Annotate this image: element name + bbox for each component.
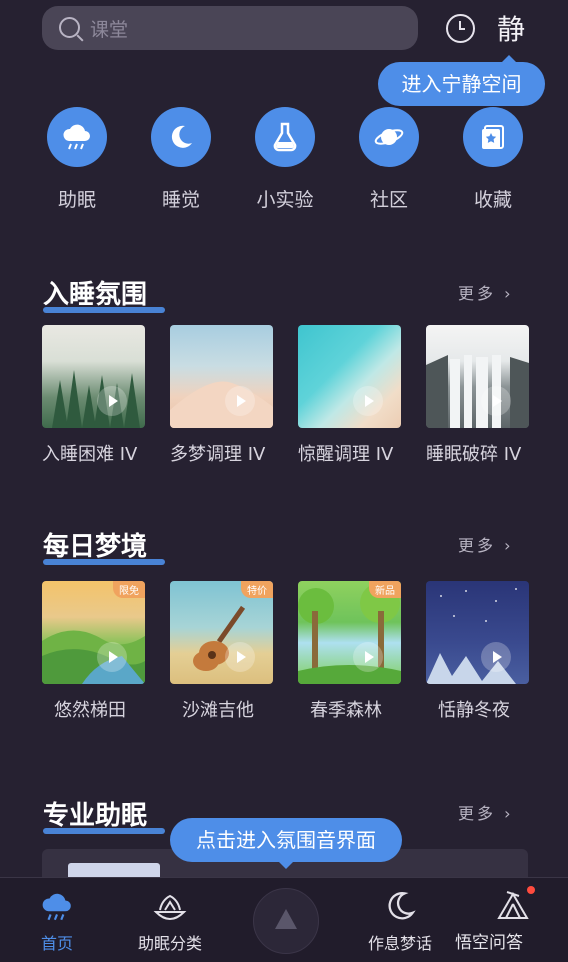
planet-icon [359, 107, 419, 167]
search-placeholder: 课堂 [90, 19, 129, 41]
category-label: 助眠 [57, 189, 96, 211]
category-community[interactable]: 社区 [337, 107, 441, 212]
section-title-dreams: 每日梦境 [43, 526, 165, 565]
category-sleep-aid[interactable]: 助眠 [25, 107, 129, 212]
section-title-ambience: 入睡氛围 [43, 274, 165, 313]
notification-dot [527, 886, 535, 894]
card-terraces[interactable]: 限免 悠然梯田 [42, 581, 145, 722]
search-bar[interactable]: 课堂 [42, 6, 418, 50]
play-icon[interactable] [225, 386, 255, 416]
tab-tent[interactable] [458, 878, 568, 922]
quiet-space-tooltip-text: 进入宁静空间 [401, 72, 522, 96]
quiet-space-button[interactable]: 静 [497, 8, 525, 48]
card-3[interactable]: 惊醒调理 IV [298, 325, 401, 466]
category-sleep[interactable]: 睡觉 [129, 107, 233, 212]
watermark: 悟空问答 [455, 933, 523, 953]
play-icon[interactable] [481, 642, 511, 672]
play-icon[interactable] [353, 386, 383, 416]
more-link[interactable]: 更多 › [458, 532, 514, 556]
card-caption: 恬静冬夜 [438, 700, 510, 721]
tab-categories[interactable]: 助眠分类 [115, 878, 225, 954]
play-icon[interactable] [97, 642, 127, 672]
card-thumbnail: 限免 [42, 581, 145, 684]
rain-cloud-icon [2, 878, 112, 922]
card-thumbnail [426, 325, 529, 428]
ambience-tooltip-text: 点击进入氛围音界面 [196, 828, 376, 852]
card-caption: 惊醒调理 IV [298, 444, 394, 465]
rain-cloud-icon [47, 107, 107, 167]
tab-label: 作息梦话 [367, 934, 432, 953]
play-icon[interactable] [225, 642, 255, 672]
play-icon[interactable] [353, 642, 383, 672]
tab-label: 首页 [40, 934, 73, 953]
badge-free: 限免 [113, 581, 145, 598]
category-label: 小实验 [256, 189, 314, 211]
badge-sale: 特价 [241, 581, 273, 598]
search-icon [59, 17, 80, 38]
tab-schedule[interactable]: 作息梦话 [345, 878, 455, 954]
card-caption: 春季森林 [310, 700, 382, 721]
category-label: 收藏 [473, 189, 512, 211]
star-bookmark-icon [463, 107, 523, 167]
section-title-professional: 专业助眠 [43, 795, 165, 834]
card-caption: 入睡困难 IV [42, 444, 138, 465]
more-link[interactable]: 更多 › [458, 280, 514, 304]
moon-icon [151, 107, 211, 167]
card-forest[interactable]: 新品 春季森林 [298, 581, 401, 722]
card-caption: 睡眠破碎 IV [426, 444, 522, 465]
card-guitar[interactable]: 特价 沙滩吉他 [170, 581, 273, 722]
clock-icon[interactable] [446, 14, 475, 43]
category-label: 睡觉 [161, 189, 200, 211]
tab-label: 助眠分类 [137, 934, 202, 953]
card-thumbnail [42, 325, 145, 428]
moon-icon [345, 878, 455, 922]
badge-new: 新品 [369, 581, 401, 598]
play-icon[interactable] [97, 386, 127, 416]
card-caption: 沙滩吉他 [182, 700, 254, 721]
category-label: 社区 [369, 189, 408, 211]
card-thumbnail [170, 325, 273, 428]
card-thumbnail: 新品 [298, 581, 401, 684]
quiet-space-tooltip[interactable]: 进入宁静空间 [378, 55, 545, 106]
card-caption: 多梦调理 IV [170, 444, 266, 465]
card-thumbnail [426, 581, 529, 684]
play-ambience-button[interactable] [253, 888, 319, 954]
card-thumbnail: 特价 [170, 581, 273, 684]
category-experiment[interactable]: 小实验 [233, 107, 337, 212]
card-caption: 悠然梯田 [54, 700, 126, 721]
play-icon[interactable] [481, 386, 511, 416]
ambience-tooltip[interactable]: 点击进入氛围音界面 [170, 818, 402, 869]
category-favorites[interactable]: 收藏 [441, 107, 545, 212]
lotus-icon [115, 878, 225, 922]
card-thumbnail [298, 325, 401, 428]
card-winter-night[interactable]: 恬静冬夜 [426, 581, 529, 722]
tent-icon [458, 878, 568, 922]
card-1[interactable]: 入睡困难 IV [42, 325, 145, 466]
tab-home[interactable]: 首页 [2, 878, 112, 954]
more-link[interactable]: 更多 › [458, 800, 514, 824]
card-4[interactable]: 睡眠破碎 IV [426, 325, 529, 466]
card-2[interactable]: 多梦调理 IV [170, 325, 273, 466]
flask-icon [255, 107, 315, 167]
